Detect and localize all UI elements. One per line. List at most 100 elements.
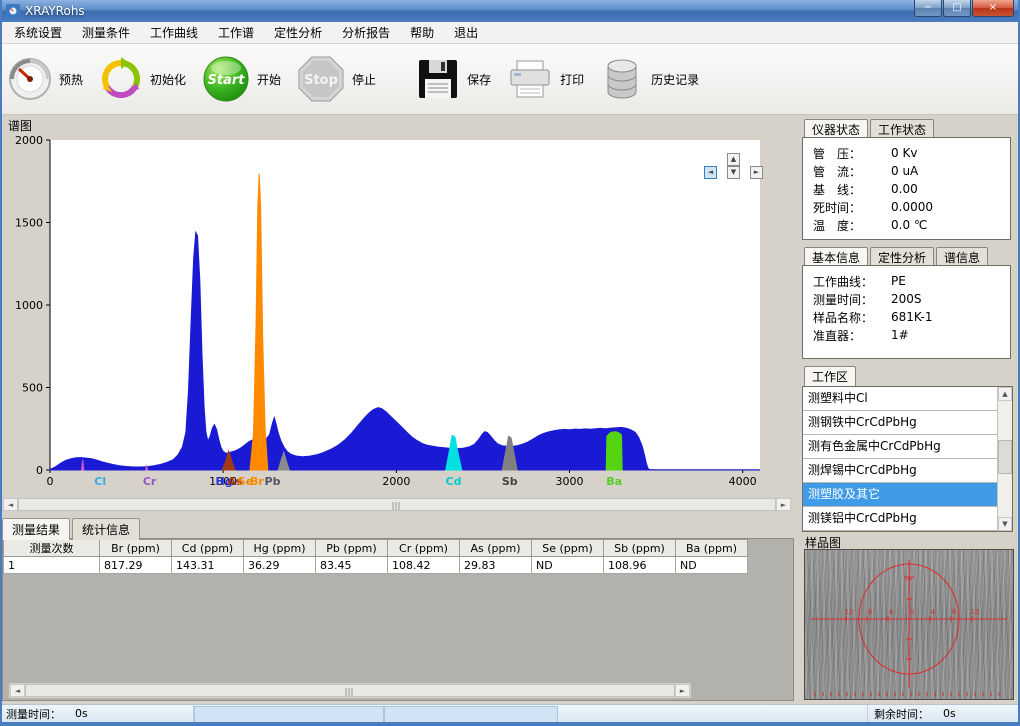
tab-basic-info[interactable]: 基本信息 (804, 247, 868, 267)
svg-text:Br: Br (250, 475, 264, 488)
cell-sb: 108.96 (604, 557, 676, 574)
col-header: Br (ppm) (100, 540, 172, 557)
tab-measurement-results[interactable]: 测量结果 (2, 518, 70, 540)
print-button[interactable]: 打印 (507, 57, 584, 101)
scroll-up-arrow[interactable]: ▲ (998, 387, 1012, 401)
list-item[interactable]: 测焊锡中CrCdPbHg (803, 459, 997, 483)
status-panel-3 (384, 706, 558, 723)
tab-instrument-status[interactable]: 仪器状态 (804, 119, 868, 139)
svg-text:12: 12 (845, 608, 854, 616)
menu-item-exit[interactable]: 退出 (444, 21, 488, 44)
work-area-list: 测塑料中Cl 测钢铁中CrCdPbHg 测有色金属中CrCdPbHg 测焊锡中C… (802, 386, 1013, 532)
svg-text:Cd: Cd (446, 475, 462, 488)
menu-item-working-spectrum[interactable]: 工作谱 (208, 21, 264, 44)
svg-text:Ba: Ba (606, 475, 622, 488)
tab-qualitative-analysis[interactable]: 定性分析 (870, 247, 934, 267)
scroll-right-arrow[interactable]: ► (776, 498, 791, 511)
menu-item-system-settings[interactable]: 系统设置 (4, 21, 72, 44)
preheat-label: 预热 (59, 71, 83, 88)
svg-text:2000: 2000 (382, 475, 410, 488)
sample-image: 128404812 (804, 549, 1014, 700)
tab-statistics[interactable]: 统计信息 (72, 518, 140, 540)
table-header-row: 测量次数 Br (ppm) Cd (ppm) Hg (ppm) Pb (ppm)… (4, 540, 748, 557)
cell-ba: ND (676, 557, 748, 574)
svg-text:Pb: Pb (265, 475, 281, 488)
chart-scroll-thumb[interactable] (18, 498, 776, 511)
scroll-left-arrow[interactable]: ◄ (10, 684, 25, 697)
list-item[interactable]: 测钢铁中CrCdPbHg (803, 411, 997, 435)
tube-voltage-value: 0 Kv (891, 146, 917, 160)
scroll-thumb[interactable] (998, 440, 1012, 474)
temperature-value: 0.0 ℃ (891, 218, 927, 232)
instrument-status-panel: 管 压：0 Kv 管 流：0 uA 基 线：0.00 死时间：0.0000 温 … (802, 137, 1011, 240)
basic-info-panel: 工作曲线：PE 测量时间：200S 样品名称：681K-1 准直器：1# (802, 265, 1011, 359)
svg-text:500: 500 (22, 382, 43, 395)
menu-item-help[interactable]: 帮助 (400, 21, 444, 44)
stop-button[interactable]: Stop 停止 (297, 55, 376, 103)
save-label: 保存 (467, 71, 491, 88)
svg-text:4: 4 (889, 608, 894, 616)
maximize-button[interactable]: □ (943, 0, 971, 17)
svg-text:1500: 1500 (15, 217, 43, 230)
menu-item-qualitative-analysis[interactable]: 定性分析 (264, 21, 332, 44)
svg-text:4000: 4000 (729, 475, 757, 488)
scroll-left-arrow[interactable]: ◄ (3, 498, 18, 511)
col-header: Hg (ppm) (244, 540, 316, 557)
list-item[interactable]: 测塑料中Cl (803, 387, 997, 411)
svg-text:8: 8 (952, 608, 956, 616)
pan-down-button[interactable]: ▼ (727, 166, 740, 179)
stop-label: 停止 (352, 71, 376, 88)
menu-item-measure-conditions[interactable]: 测量条件 (72, 21, 140, 44)
dead-time-value: 0.0000 (891, 200, 933, 214)
pan-up-button[interactable]: ▲ (727, 153, 740, 166)
floppy-disk-icon (416, 57, 460, 101)
save-button[interactable]: 保存 (416, 57, 491, 101)
minimize-button[interactable]: − (914, 0, 942, 17)
app-icon (6, 4, 20, 18)
svg-text:Cl: Cl (94, 475, 106, 488)
tab-working-status[interactable]: 工作状态 (870, 119, 934, 139)
pan-right-button[interactable]: ► (750, 166, 763, 179)
tab-spectrum-info[interactable]: 谱信息 (936, 247, 988, 267)
work-area-vertical-scrollbar[interactable]: ▲ ▼ (997, 387, 1012, 531)
measure-time-caption: 测量时间： (6, 706, 61, 722)
table-row[interactable]: 1 817.29 143.31 36.29 83.45 108.42 29.83… (4, 557, 748, 574)
list-item[interactable]: 测镁铝中CrCdPbHg (803, 507, 997, 531)
refresh-arrows-icon (99, 57, 143, 101)
stop-icon: Stop (297, 55, 345, 103)
scroll-track[interactable] (998, 401, 1012, 517)
menu-item-working-curve[interactable]: 工作曲线 (140, 21, 208, 44)
cell-count: 1 (4, 557, 100, 574)
gauge-icon (8, 57, 52, 101)
list-item-selected[interactable]: 测塑胶及其它 (803, 483, 997, 507)
svg-text:3000: 3000 (556, 475, 584, 488)
pan-left-button[interactable]: ◄ (704, 166, 717, 179)
tab-work-area[interactable]: 工作区 (804, 366, 856, 386)
initialize-button[interactable]: 初始化 (99, 57, 186, 101)
initialize-label: 初始化 (150, 71, 186, 88)
preheat-button[interactable]: 预热 (8, 57, 83, 101)
list-item[interactable]: 测有色金属中CrCdPbHg (803, 435, 997, 459)
baseline-value: 0.00 (891, 182, 918, 196)
chart-horizontal-scrollbar[interactable]: ◄ ► (2, 497, 792, 512)
history-button[interactable]: 历史记录 (600, 57, 699, 101)
cell-as: 29.83 (460, 557, 532, 574)
scroll-down-arrow[interactable]: ▼ (998, 517, 1012, 531)
svg-text:Cr: Cr (143, 475, 157, 488)
col-header: Cd (ppm) (172, 540, 244, 557)
working-curve-value: PE (891, 274, 906, 288)
stop-icon-text: Stop (304, 73, 338, 88)
measure-time-value: 0s (75, 707, 88, 720)
start-button[interactable]: Start 开始 (202, 55, 281, 103)
close-button[interactable]: × (972, 0, 1014, 17)
instrument-tab-bar: 仪器状态 工作状态 (804, 119, 936, 139)
cell-se: ND (532, 557, 604, 574)
status-measure-time: 测量时间： 0s (0, 705, 194, 722)
info-tab-bar: 基本信息 定性分析 谱信息 (804, 247, 990, 267)
results-scroll-thumb[interactable] (25, 684, 675, 697)
menu-item-analysis-report[interactable]: 分析报告 (332, 21, 400, 44)
scroll-right-arrow[interactable]: ► (675, 684, 690, 697)
spectrum-plot: 050010001500200001000200030004000ClCrHgA… (6, 130, 794, 494)
cell-hg: 36.29 (244, 557, 316, 574)
results-horizontal-scrollbar[interactable]: ◄ ► (9, 683, 691, 698)
